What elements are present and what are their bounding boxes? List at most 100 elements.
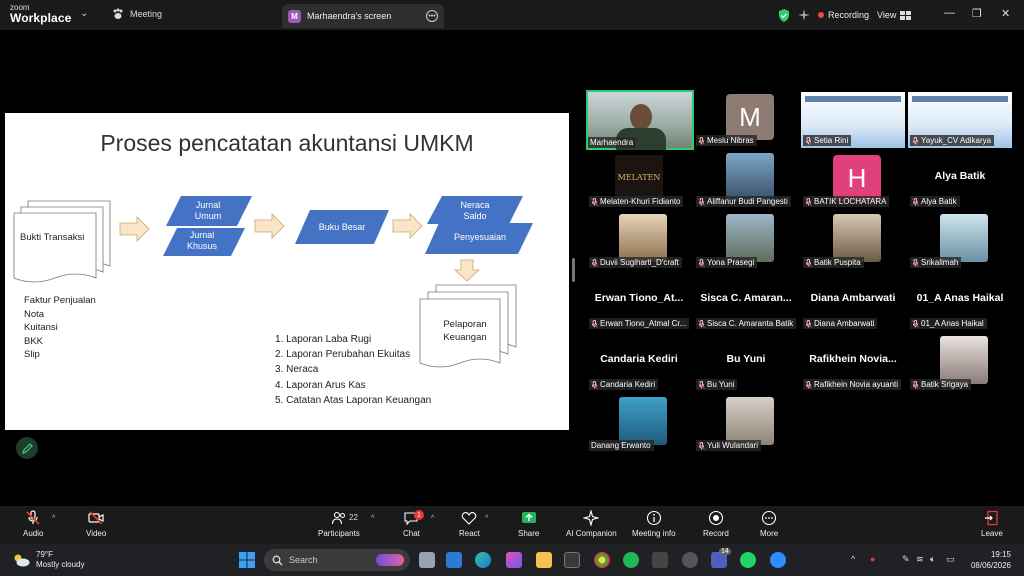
participant-name-text: Meslu Nibras xyxy=(707,136,754,145)
chevron-down-icon[interactable]: ⌄ xyxy=(80,8,88,19)
file-explorer-icon[interactable] xyxy=(536,552,552,568)
annotate-button[interactable] xyxy=(16,437,38,459)
participant-name-text: Batik Puspita xyxy=(814,258,861,267)
participant-tile[interactable]: Sisca C. Amaran... Sisca C. Amaranta Bati… xyxy=(694,275,798,331)
react-options-chevron-icon[interactable]: ^ xyxy=(485,515,488,522)
participant-tile[interactable]: Rafikhein Novia... Rafikhein Novia ayuant… xyxy=(801,336,905,392)
participant-tile[interactable]: Marhaendra xyxy=(586,90,694,150)
weather-widget[interactable]: 79°F Mostly cloudy xyxy=(12,550,84,570)
participant-name-text: Duvii Sugiharti_D'craft xyxy=(600,258,679,267)
neraca-saldo-label: Neraca Saldo xyxy=(445,200,505,222)
participant-name-label: Danang Erwanto xyxy=(589,440,654,451)
participant-tile[interactable]: MELATEN Melaten-Khuri Fidianto xyxy=(587,153,691,209)
view-button[interactable]: View xyxy=(877,10,912,20)
tab-meeting[interactable]: Meeting xyxy=(112,8,162,20)
participant-display-name: Erwan Tiono_At... xyxy=(594,292,684,304)
share-button[interactable]: Share xyxy=(518,510,539,538)
tray-app-icon[interactable]: ● xyxy=(870,554,875,564)
arrow-1 xyxy=(119,216,150,242)
volume-icon[interactable]: 🔈︎ xyxy=(930,554,935,565)
mic-muted-icon xyxy=(26,510,40,525)
react-button[interactable]: React xyxy=(459,510,480,538)
participant-tile[interactable]: Setia Rini xyxy=(801,92,905,148)
restore-icon[interactable]: ❐ xyxy=(972,7,982,20)
tab-shared-screen-label: Marhaendra's screen xyxy=(307,11,392,21)
mic-muted-icon xyxy=(698,319,705,328)
tray-overflow-chevron-icon[interactable]: ^ xyxy=(851,554,855,564)
participants-options-chevron-icon[interactable]: ^ xyxy=(371,515,374,522)
participant-tile[interactable]: Yona Prasegi xyxy=(694,214,798,270)
store-icon[interactable] xyxy=(564,552,580,568)
widgets-icon[interactable] xyxy=(446,552,462,568)
participant-tile[interactable]: Erwan Tiono_At... Erwan Tiono_Atmal Cr... xyxy=(587,275,691,331)
participant-tile[interactable]: Duvii Sugiharti_D'craft xyxy=(587,214,691,270)
participant-tile[interactable]: Srikalimah xyxy=(908,214,1012,270)
mic-muted-icon xyxy=(591,380,598,389)
whatsapp-icon[interactable] xyxy=(740,552,756,568)
sparkle-icon[interactable] xyxy=(798,9,810,21)
participant-tile[interactable]: Bu Yuni Bu Yuni xyxy=(694,336,798,392)
more-label: More xyxy=(760,529,779,538)
participant-tile[interactable]: Candaria Kediri Candaria Kediri xyxy=(587,336,691,392)
task-view-icon[interactable] xyxy=(419,552,435,568)
zoom-logo[interactable]: zoom Workplace xyxy=(10,3,71,24)
pen-tray-icon[interactable]: ✎ xyxy=(902,554,910,565)
tab-shared-screen[interactable]: M Marhaendra's screen ••• xyxy=(282,4,444,28)
participant-name-label: Melaten-Khuri Fidianto xyxy=(589,196,684,207)
battery-icon[interactable]: ▭ xyxy=(946,554,955,565)
arrow-down xyxy=(453,259,481,282)
audio-options-chevron-icon[interactable]: ^ xyxy=(52,515,55,522)
participant-tile[interactable]: Batik Puspita xyxy=(801,214,905,270)
camera-off-icon xyxy=(88,511,104,525)
splitter-handle[interactable] xyxy=(572,258,575,282)
close-icon[interactable]: ✕ xyxy=(1001,7,1010,20)
chat-options-chevron-icon[interactable]: ^ xyxy=(431,515,434,522)
participant-name-text: Erwan Tiono_Atmal Cr... xyxy=(600,319,687,328)
participant-tile[interactable]: Aliffanur Budi Pangesti xyxy=(694,153,798,209)
teams-badge: 14 xyxy=(719,548,731,555)
participant-tile[interactable]: Danang Erwanto xyxy=(587,397,691,453)
app-icon[interactable] xyxy=(652,552,668,568)
mic-muted-icon xyxy=(912,319,919,328)
chrome-icon[interactable] xyxy=(594,552,610,568)
circle-app-icon[interactable] xyxy=(682,552,698,568)
leave-button[interactable]: Leave xyxy=(981,510,1003,538)
report-item: 4. Laporan Arus Kas xyxy=(275,379,366,391)
recording-indicator[interactable]: Recording xyxy=(818,10,869,20)
tab-meeting-label: Meeting xyxy=(130,9,163,19)
minimize-icon[interactable]: — xyxy=(944,7,955,19)
participant-name-text: Setia Rini xyxy=(814,136,849,145)
wifi-icon[interactable]: ≋ xyxy=(916,554,924,565)
mic-muted-icon xyxy=(912,380,919,389)
more-options-icon[interactable]: ••• xyxy=(426,10,438,22)
participant-tile[interactable]: M Meslu Nibras xyxy=(694,92,798,148)
participant-tile[interactable]: H BATIK LOCHATARA xyxy=(801,153,905,209)
video-feed xyxy=(630,104,652,130)
participant-display-name: 01_A Anas Haikal xyxy=(916,292,1004,304)
system-clock[interactable]: 19:15 08/06/2026 xyxy=(967,549,1011,571)
participant-name-text: Danang Erwanto xyxy=(591,441,651,450)
audio-button[interactable]: Audio xyxy=(23,510,43,538)
edge-browser-icon[interactable] xyxy=(475,552,491,568)
heart-icon xyxy=(462,512,477,525)
copilot-icon[interactable] xyxy=(506,552,522,568)
doc-stack-label: Bukti Transaksi xyxy=(20,232,85,243)
more-button[interactable]: More xyxy=(760,510,778,538)
participant-tile[interactable]: Alya Batik Alya Batik xyxy=(908,153,1012,209)
zoom-taskbar-icon[interactable] xyxy=(770,552,786,568)
ai-companion-button[interactable]: AI Companion xyxy=(566,510,617,538)
video-button[interactable]: Video xyxy=(86,510,106,538)
participant-tile[interactable]: Batik Srigaya xyxy=(908,336,1012,392)
participant-tile[interactable]: Yayuk_CV Adikarya xyxy=(908,92,1012,148)
windows-start-icon[interactable] xyxy=(239,552,255,568)
taskbar-search[interactable]: Search xyxy=(264,549,410,571)
meeting-info-button[interactable]: Meeting info xyxy=(632,510,676,538)
participant-tile[interactable]: 01_A Anas Haikal 01_A Anas Haikal xyxy=(908,275,1012,331)
participant-tile[interactable]: Diana Ambarwati Diana Ambarwati xyxy=(801,275,905,331)
jurnal-umum-line1: Jurnal xyxy=(195,200,221,210)
participant-tile[interactable]: Yuli Wulandari xyxy=(694,397,798,453)
spotify-icon[interactable] xyxy=(623,552,639,568)
report-item: 1. Laporan Laba Rugi xyxy=(275,334,372,345)
record-button[interactable]: Record xyxy=(703,510,729,538)
security-shield-icon[interactable] xyxy=(778,8,790,22)
